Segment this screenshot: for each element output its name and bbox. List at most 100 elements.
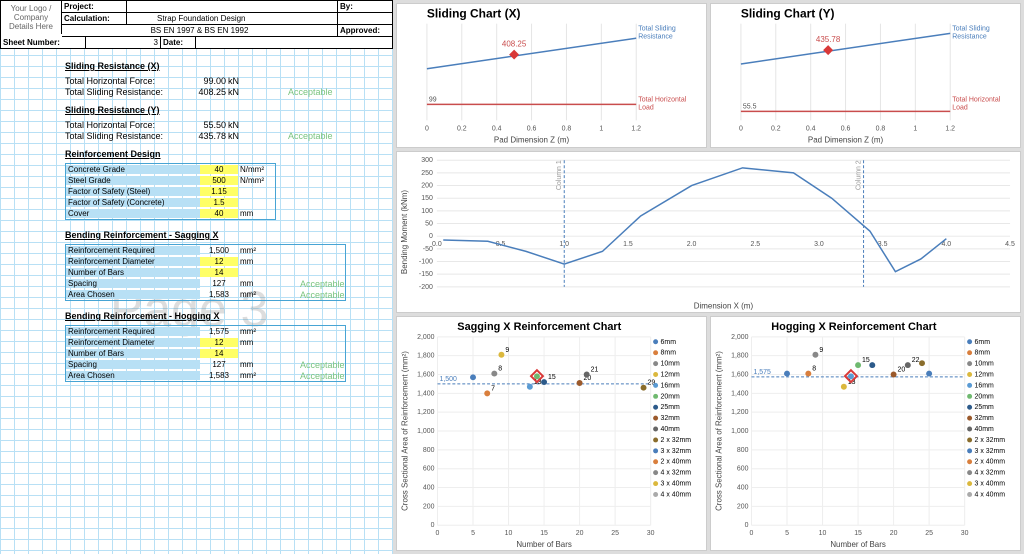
svg-text:6mm: 6mm (975, 339, 991, 346)
svg-text:-200: -200 (419, 284, 433, 291)
svg-text:0: 0 (431, 522, 435, 529)
sliding-chart-y: Sliding Chart (Y)00.20.40.60.811.2Pad Di… (710, 3, 1021, 148)
sagging-x-table: Reinforcement Required1,500mm²Reinforcem… (65, 244, 346, 301)
svg-text:Total Horizontal: Total Horizontal (638, 96, 686, 103)
svg-text:400: 400 (423, 485, 435, 492)
svg-text:25mm: 25mm (975, 404, 994, 411)
svg-text:Sliding Chart (Y): Sliding Chart (Y) (741, 7, 835, 21)
svg-text:408.25: 408.25 (502, 40, 527, 49)
svg-text:Column 2: Column 2 (856, 160, 863, 190)
sheet-header: Your Logo / Company Details Here Project… (0, 0, 393, 49)
table-row: Reinforcement Diameter12mm (66, 256, 345, 267)
svg-text:100: 100 (421, 208, 433, 215)
sagging-reinforcement-chart: Sagging X Reinforcement Chart02004006008… (396, 316, 707, 551)
row-value[interactable]: 12 (200, 257, 238, 266)
table-row: Reinforcement Required1,575mm² (66, 326, 345, 337)
svg-text:Pad Dimension Z (m): Pad Dimension Z (m) (494, 135, 570, 144)
svg-text:15: 15 (854, 530, 862, 537)
svg-text:5: 5 (785, 530, 789, 537)
svg-text:Sagging X Reinforcement Chart: Sagging X Reinforcement Chart (457, 321, 621, 333)
svg-text:25mm: 25mm (661, 404, 680, 411)
svg-text:0: 0 (750, 530, 754, 537)
svg-text:6mm: 6mm (661, 339, 677, 346)
table-row: Number of Bars14 (66, 348, 345, 359)
svg-text:32mm: 32mm (975, 415, 994, 422)
date-field[interactable] (196, 37, 392, 48)
svg-text:32mm: 32mm (661, 415, 680, 422)
svg-text:Load: Load (952, 104, 968, 111)
by-field[interactable] (338, 13, 392, 24)
svg-text:150: 150 (421, 195, 433, 202)
row-label: Area Chosen (66, 290, 200, 299)
row-value: 127 (200, 360, 238, 369)
svg-text:Total Sliding: Total Sliding (952, 26, 990, 33)
status-sliding-x: Acceptable (288, 87, 333, 97)
svg-text:Total Sliding: Total Sliding (638, 26, 676, 33)
svg-text:2 x 32mm: 2 x 32mm (975, 437, 1006, 444)
svg-text:1,000: 1,000 (731, 428, 749, 435)
table-row: Area Chosen1,583mm²Acceptable (66, 289, 345, 300)
project-label: Project: (62, 1, 127, 12)
svg-text:40mm: 40mm (661, 426, 680, 433)
svg-text:0.6: 0.6 (841, 125, 851, 132)
svg-text:0: 0 (745, 522, 749, 529)
svg-text:0: 0 (425, 125, 429, 132)
svg-text:Resistance: Resistance (638, 34, 673, 41)
svg-text:12mm: 12mm (975, 371, 994, 378)
row-value: 1,583 (200, 290, 238, 299)
row-value[interactable]: 40 (200, 209, 238, 218)
row-value[interactable]: 1.5 (200, 198, 238, 207)
row-value[interactable]: 1.15 (200, 187, 238, 196)
svg-text:600: 600 (423, 466, 435, 473)
svg-text:1,200: 1,200 (417, 409, 435, 416)
table-row: Reinforcement Diameter12mm (66, 337, 345, 348)
svg-text:0: 0 (739, 125, 743, 132)
svg-text:250: 250 (421, 170, 433, 177)
svg-text:0.6: 0.6 (527, 125, 537, 132)
svg-text:16mm: 16mm (661, 382, 680, 389)
svg-text:Resistance: Resistance (952, 34, 987, 41)
date-label: Date: (161, 37, 196, 48)
table-row: Cover40mm (66, 208, 275, 219)
svg-text:50: 50 (425, 221, 433, 228)
row-value: 127 (200, 279, 238, 288)
section-sliding-y: Sliding Resistance (Y) (65, 105, 393, 115)
svg-text:10mm: 10mm (661, 361, 680, 368)
svg-text:Dimension X (m): Dimension X (m) (694, 302, 754, 311)
svg-text:20: 20 (576, 530, 584, 537)
svg-text:1.2: 1.2 (631, 125, 641, 132)
calc-value: Strap Foundation Design (127, 13, 338, 24)
sliding-chart-x: Sliding Chart (X)00.20.40.60.811.2Pad Di… (396, 3, 707, 148)
row-value[interactable]: 40 (200, 165, 238, 174)
svg-text:30: 30 (961, 530, 969, 537)
status-badge: Acceptable (300, 360, 345, 370)
svg-text:2 x 40mm: 2 x 40mm (661, 459, 692, 466)
svg-text:300: 300 (421, 157, 433, 164)
svg-text:22: 22 (912, 357, 920, 364)
svg-text:1,000: 1,000 (417, 428, 435, 435)
svg-text:1,575: 1,575 (753, 369, 771, 376)
svg-text:1,800: 1,800 (731, 353, 749, 360)
row-value[interactable]: 12 (200, 338, 238, 347)
svg-text:2,000: 2,000 (417, 334, 435, 341)
row-label: Area Chosen (66, 371, 200, 380)
svg-text:9: 9 (819, 347, 823, 354)
thf-x-label: Total Horizontal Force: (65, 76, 188, 86)
svg-text:Cross Sectional Area of Reinfo: Cross Sectional Area of Reinforcement (m… (715, 351, 724, 511)
row-value[interactable]: 14 (200, 349, 238, 358)
row-value[interactable]: 14 (200, 268, 238, 277)
svg-text:435.78: 435.78 (816, 35, 841, 44)
svg-text:1: 1 (913, 125, 917, 132)
project-field[interactable] (127, 1, 338, 12)
svg-text:3 x 32mm: 3 x 32mm (975, 448, 1006, 455)
section-reinforcement-design: Reinforcement Design (65, 149, 393, 159)
approved-label: Approved: (338, 25, 392, 36)
svg-text:2 x 32mm: 2 x 32mm (661, 437, 692, 444)
row-value[interactable]: 500 (200, 176, 238, 185)
table-row: Factor of Safety (Concrete)1.5 (66, 197, 275, 208)
status-badge: Acceptable (300, 290, 345, 300)
svg-text:200: 200 (421, 183, 433, 190)
bending-moment-chart: -200-150-100-500501001502002503000.00.51… (396, 151, 1021, 313)
table-row: Steel Grade500N/mm² (66, 175, 275, 186)
row-label: Factor of Safety (Concrete) (66, 198, 200, 207)
